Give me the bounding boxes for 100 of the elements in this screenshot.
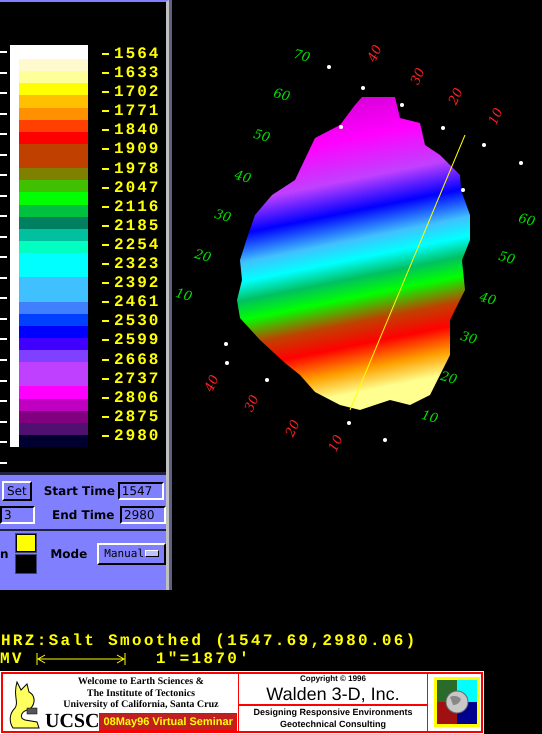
- legend-value: 2323: [114, 255, 160, 274]
- tick-mark: [102, 206, 109, 208]
- tick-mark: [0, 174, 7, 176]
- tick-mark: [0, 236, 7, 238]
- legend-value: 2392: [114, 274, 160, 292]
- grid-label: 20: [192, 247, 213, 266]
- tick-mark: [102, 168, 109, 170]
- set-button[interactable]: Set: [2, 480, 32, 501]
- dropdown-bar-icon: [145, 550, 159, 558]
- grid-label: 50: [252, 127, 272, 146]
- mode-label: Mode: [50, 546, 88, 561]
- mode-dropdown[interactable]: Manual: [97, 542, 166, 565]
- end-time-field[interactable]: 2980: [120, 506, 166, 524]
- well-marker-icon: [383, 438, 387, 442]
- grid-label: 40: [232, 168, 253, 187]
- service-text: Geotechnical Consulting: [278, 718, 387, 730]
- welcome-text: University of California, Santa Cruz: [62, 699, 220, 710]
- legend-value: 1909: [114, 140, 160, 158]
- color-swatch[interactable]: [16, 534, 36, 552]
- tick-mark: [102, 186, 109, 189]
- legend-value: 2980: [114, 426, 160, 445]
- copyright-text: Copyright © 1996: [299, 674, 367, 684]
- grid-label: 10: [420, 408, 440, 427]
- end-time-label: End Time: [52, 508, 116, 522]
- tick-mark: [0, 112, 7, 115]
- tick-mark: [0, 420, 7, 423]
- tick-mark: [102, 110, 109, 112]
- legend-value: 2668: [114, 350, 160, 368]
- tick-mark: [0, 154, 7, 156]
- legend-value: 2806: [114, 388, 160, 407]
- tick-mark: [0, 194, 7, 197]
- grid-label: 20: [283, 418, 304, 440]
- tick-mark: [102, 129, 109, 132]
- tick-mark: [0, 338, 7, 340]
- well-marker-icon: [461, 188, 465, 192]
- grid-label: 40: [365, 42, 386, 64]
- start-time-label: Start Time: [44, 484, 116, 498]
- seminar-label: 08May96 Virtual Seminar: [99, 712, 237, 730]
- grid-label: 30: [212, 207, 233, 226]
- legend-value: 1978: [114, 160, 160, 178]
- grid-label: 20: [438, 369, 459, 388]
- grid-label: 10: [486, 106, 507, 128]
- welcome-text: The Institute of Tectonics: [86, 688, 196, 699]
- tick-mark: [0, 256, 7, 258]
- legend-value: 2116: [114, 198, 160, 216]
- well-marker-icon: [361, 86, 365, 90]
- tick-mark: [0, 51, 7, 53]
- tick-mark: [102, 263, 109, 266]
- grid-label: 10: [174, 286, 194, 305]
- grid-label: 10: [326, 432, 347, 454]
- tick-mark: [0, 92, 7, 94]
- grid-label: 70: [292, 47, 312, 66]
- well-marker-icon: [339, 125, 343, 129]
- tick-mark: [102, 91, 109, 94]
- well-marker-icon: [347, 421, 351, 425]
- grid-label: 60: [272, 86, 292, 105]
- tick-mark: [0, 215, 7, 218]
- tick-mark: [0, 72, 7, 74]
- tick-mark: [0, 400, 7, 402]
- tick-mark: [0, 441, 7, 444]
- globe-logo-icon: [434, 677, 480, 727]
- tick-mark: [0, 318, 7, 320]
- well-marker-icon: [224, 342, 228, 346]
- legend-value: 2047: [114, 178, 160, 197]
- tick-mark: [0, 276, 7, 279]
- color-swatch[interactable]: [16, 555, 36, 574]
- tick-mark: [0, 462, 7, 464]
- legend-value: 2254: [114, 236, 160, 254]
- tick-mark: [102, 148, 109, 150]
- tick-mark: [102, 434, 109, 437]
- start-time-field[interactable]: 1547: [118, 482, 164, 500]
- tick-mark: [102, 378, 109, 380]
- input-field[interactable]: 3: [0, 506, 35, 524]
- tick-mark: [102, 53, 109, 55]
- tagline-text: Designing Responsive Environments: [252, 706, 414, 718]
- tick-mark: [0, 133, 7, 136]
- tick-mark: [102, 416, 109, 418]
- well-marker-icon: [441, 126, 445, 130]
- legend-value: 1702: [114, 83, 160, 102]
- well-marker-icon: [519, 161, 523, 165]
- grid-label: 30: [458, 329, 479, 348]
- tick-mark: [102, 282, 109, 284]
- legend-value: 1564: [114, 45, 160, 63]
- legend-value: 2185: [114, 216, 160, 235]
- grid-label: 50: [496, 249, 517, 268]
- legend-value: 2599: [114, 331, 160, 350]
- label-text: n: [0, 546, 10, 561]
- ucsc-logo-text: UCSC: [45, 710, 100, 730]
- tick-mark: [102, 301, 109, 304]
- grid-label: 30: [242, 392, 263, 414]
- tick-mark: [102, 358, 109, 360]
- legend-value: 1840: [114, 121, 160, 140]
- legend-value: 2875: [114, 408, 160, 426]
- well-marker-icon: [225, 361, 229, 365]
- tick-mark: [102, 320, 109, 322]
- grid-label: 30: [408, 66, 429, 88]
- legend-value: 2737: [114, 370, 160, 388]
- grid-label: 60: [516, 211, 537, 230]
- well-marker-icon: [482, 143, 486, 147]
- grid-label: 20: [446, 86, 467, 108]
